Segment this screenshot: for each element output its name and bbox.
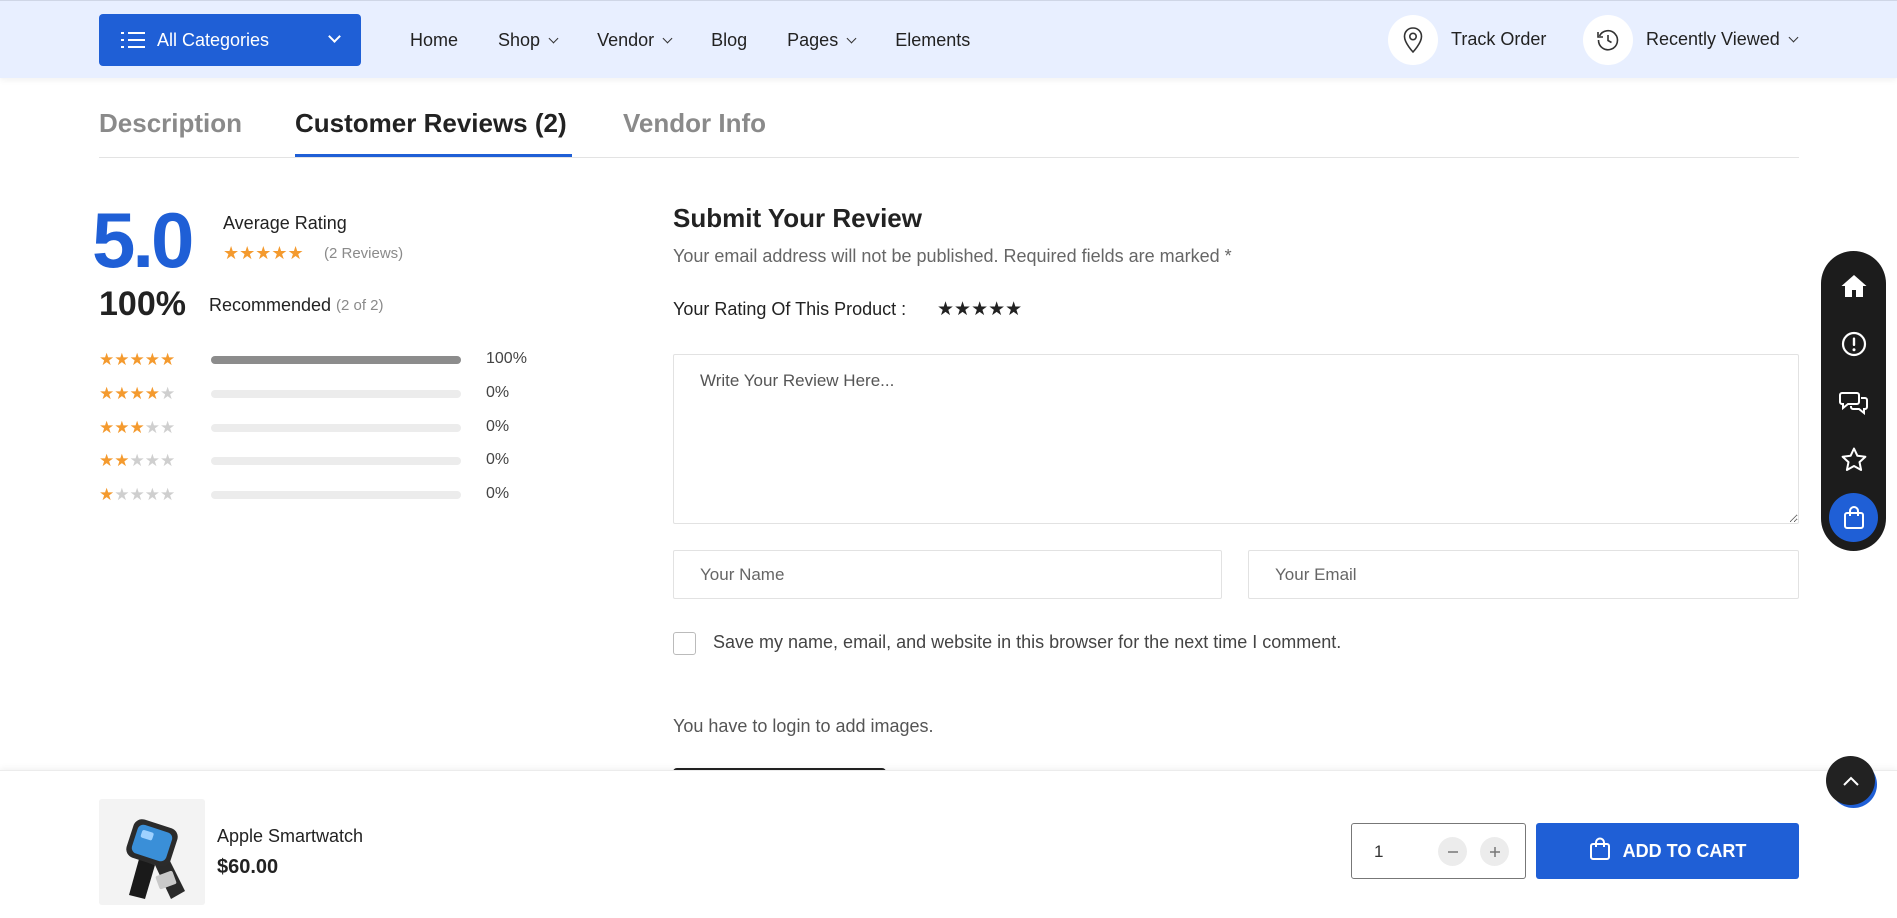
chevron-down-icon (548, 33, 559, 43)
rating-bar (211, 424, 461, 432)
sticky-cart-bar: Apple Smartwatch $60.00 1 ADD TO CART (0, 770, 1897, 918)
review-form-subtitle: Your email address will not be published… (673, 246, 1232, 266)
rating-percent: 0% (486, 384, 510, 401)
nav-shop-label: Shop (498, 29, 541, 50)
your-rating-label: Your Rating Of This Product : (673, 299, 907, 319)
star-icon[interactable] (1829, 435, 1878, 484)
recently-viewed-label: Recently Viewed (1646, 29, 1780, 49)
row-stars: ★★★★★ (99, 384, 176, 403)
nav-shop[interactable]: Shop (498, 29, 559, 51)
rating-bar (211, 457, 461, 465)
info-icon[interactable] (1829, 319, 1878, 368)
recently-viewed-dropdown[interactable]: Recently Viewed (1646, 29, 1799, 50)
review-textarea[interactable] (673, 354, 1799, 524)
all-categories-button[interactable]: All Categories (99, 14, 361, 66)
plus-icon[interactable] (1480, 837, 1509, 866)
nav-elements-label: Elements (895, 29, 971, 50)
row-stars: ★★★★★ (99, 350, 176, 369)
nav-blog[interactable]: Blog (711, 30, 747, 51)
list-icon (121, 31, 145, 49)
nav-home-label: Home (410, 29, 459, 50)
rating-breakdown-row: ★★★★★ 0% (99, 418, 559, 438)
nav-home[interactable]: Home (410, 30, 458, 51)
product-thumbnail[interactable] (99, 799, 205, 905)
rating-star-selector[interactable]: ★★★★★ (937, 298, 1022, 321)
save-info-label: Save my name, email, and website in this… (713, 632, 1342, 652)
home-icon[interactable] (1829, 261, 1878, 310)
history-icon[interactable] (1583, 15, 1633, 65)
rating-percent: 0% (486, 418, 510, 435)
name-input[interactable] (673, 550, 1222, 599)
nav-pages[interactable]: Pages (787, 29, 857, 51)
scroll-to-top-button[interactable] (1826, 756, 1875, 805)
tab-customer-reviews[interactable]: Customer Reviews (2) (295, 108, 567, 139)
top-nav-bar: All Categories Home Shop Vendor Blog Pag… (0, 0, 1897, 78)
row-stars: ★★★★★ (99, 485, 176, 504)
product-price: $60.00 (217, 856, 279, 878)
rating-breakdown-row: ★★★★★ 0% (99, 384, 559, 404)
chevron-down-icon (846, 33, 857, 43)
nav-vendor[interactable]: Vendor (597, 29, 673, 51)
map-pin-icon[interactable] (1388, 15, 1438, 65)
chevron-down-icon (328, 30, 341, 43)
chevron-down-icon (662, 33, 673, 43)
nav-pages-label: Pages (787, 29, 839, 50)
add-to-cart-button[interactable]: ADD TO CART (1536, 823, 1799, 879)
chevron-down-icon (1788, 32, 1799, 43)
recommended-of: (2 of 2) (336, 297, 384, 314)
rating-bar-fill (211, 356, 461, 364)
rating-breakdown-row: ★★★★★ 100% (99, 350, 559, 370)
average-rating-value: 5.0 (92, 196, 194, 284)
average-rating-label: Average Rating (223, 213, 347, 233)
shopping-bag-icon (1589, 837, 1611, 866)
main-nav: Home Shop Vendor Blog Pages Elements (410, 1, 1010, 79)
rating-percent: 0% (486, 485, 510, 502)
row-stars: ★★★★★ (99, 451, 176, 470)
side-dock (1821, 251, 1886, 551)
nav-elements[interactable]: Elements (895, 30, 970, 51)
reviews-count: (2 Reviews) (324, 245, 404, 262)
rating-percent: 0% (486, 451, 510, 468)
save-info-checkbox[interactable] (673, 632, 696, 655)
all-categories-label: All Categories (157, 29, 270, 50)
minus-icon[interactable] (1438, 837, 1467, 866)
tab-review-count: (2) (534, 108, 567, 138)
tab-customer-reviews-label: Customer Reviews (295, 108, 528, 138)
active-tab-indicator (295, 154, 572, 157)
recommended-percent: 100% (99, 285, 186, 323)
email-input[interactable] (1248, 550, 1799, 599)
rating-bar (211, 491, 461, 499)
rating-breakdown-row: ★★★★★ 0% (99, 485, 559, 505)
login-note: You have to login to add images. (673, 716, 934, 736)
rating-bar (211, 356, 461, 364)
rating-percent: 100% (486, 350, 527, 367)
recommended-label: Recommended (209, 295, 332, 315)
product-tabs: Description Customer Reviews (2) Vendor … (99, 108, 1799, 158)
quantity-value[interactable]: 1 (1374, 842, 1383, 862)
cart-icon[interactable] (1829, 493, 1878, 542)
tab-vendor-info[interactable]: Vendor Info (623, 108, 766, 139)
add-to-cart-label: ADD TO CART (1622, 840, 1747, 861)
review-form-title: Submit Your Review (673, 203, 922, 233)
row-stars: ★★★★★ (99, 418, 176, 437)
track-order-link[interactable]: Track Order (1451, 29, 1546, 50)
chevron-up-icon (1842, 776, 1859, 786)
nav-vendor-label: Vendor (597, 29, 655, 50)
tab-description[interactable]: Description (99, 108, 242, 139)
quantity-stepper: 1 (1351, 823, 1526, 879)
rating-bar (211, 390, 461, 398)
nav-blog-label: Blog (711, 29, 748, 50)
chat-icon[interactable] (1829, 377, 1878, 426)
product-name: Apple Smartwatch (217, 826, 364, 846)
rating-breakdown-row: ★★★★★ 0% (99, 451, 559, 471)
average-rating-stars: ★★★★★ (223, 243, 304, 263)
